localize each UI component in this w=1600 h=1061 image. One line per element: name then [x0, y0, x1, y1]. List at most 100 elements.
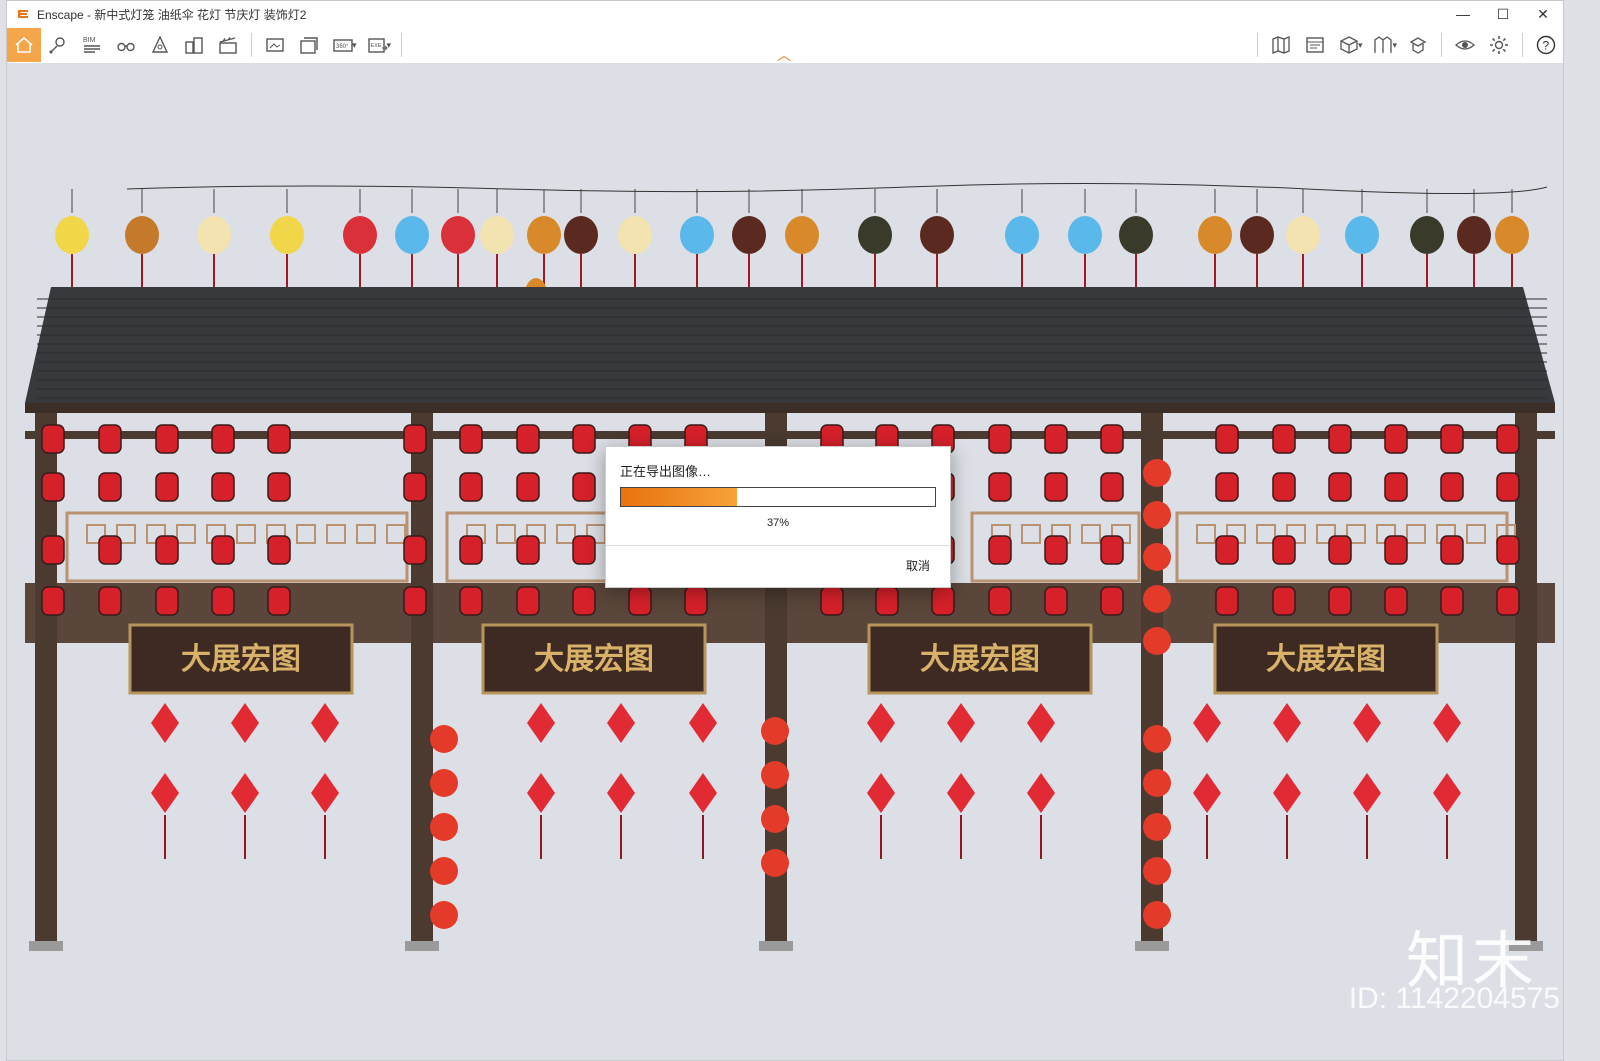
home-button[interactable]	[7, 28, 41, 62]
gear-icon	[1490, 36, 1508, 54]
hanging-lantern	[920, 216, 954, 254]
red-lantern	[98, 586, 122, 616]
post-base	[1135, 941, 1169, 951]
binoculars-button[interactable]	[109, 28, 143, 62]
toolbar-separator	[251, 33, 252, 57]
asset-icon	[1409, 37, 1427, 54]
views-button[interactable]	[41, 28, 75, 62]
red-lantern	[684, 586, 708, 616]
round-lantern	[761, 761, 789, 789]
hanging-lantern	[1286, 216, 1320, 254]
exe-export-icon: EXE	[367, 38, 388, 53]
asset-button[interactable]	[1401, 28, 1435, 62]
red-lantern	[1384, 472, 1408, 502]
signboard-text: 大展宏图	[534, 642, 654, 677]
tiled-roof	[25, 287, 1555, 403]
progress-bar	[620, 487, 936, 507]
red-lantern	[211, 535, 235, 565]
red-lantern	[516, 586, 540, 616]
help-icon: ?	[1536, 35, 1556, 55]
round-lantern	[430, 725, 458, 753]
hanging-lantern	[55, 216, 89, 254]
chevron-down-icon[interactable]: ▾	[387, 40, 392, 51]
red-lantern	[1384, 535, 1408, 565]
screenshot-button[interactable]	[258, 28, 292, 62]
bim-icon: BIM	[83, 37, 100, 53]
bim-button[interactable]: BIM	[75, 28, 109, 62]
settings-button[interactable]	[1482, 28, 1516, 62]
round-lantern	[1143, 585, 1171, 613]
title-bar: Enscape - 新中式灯笼 油纸伞 花灯 节庆灯 装饰灯2 — ☐ ✕	[7, 1, 1563, 27]
red-lantern	[211, 424, 235, 454]
close-button[interactable]: ✕	[1523, 1, 1563, 27]
maximize-button[interactable]: ☐	[1483, 1, 1523, 27]
red-lantern	[820, 586, 844, 616]
binoculars-icon	[117, 42, 135, 52]
red-lantern	[1328, 535, 1352, 565]
visual-settings-button[interactable]	[1448, 28, 1482, 62]
hanging-lantern	[732, 216, 766, 254]
red-lantern	[1044, 586, 1068, 616]
hanging-lantern	[270, 216, 304, 254]
chevron-down-icon[interactable]: ▾	[352, 40, 357, 51]
red-lantern	[1440, 424, 1464, 454]
red-lantern	[267, 424, 291, 454]
hanging-lantern	[1005, 216, 1039, 254]
red-lantern	[988, 424, 1012, 454]
map-button[interactable]	[1264, 28, 1298, 62]
help-button[interactable]: ?	[1529, 28, 1563, 62]
round-lantern	[1143, 543, 1171, 571]
minimize-button[interactable]: —	[1443, 1, 1483, 27]
red-lantern	[267, 586, 291, 616]
hanging-lantern	[1240, 216, 1274, 254]
post-base	[405, 941, 439, 951]
red-lantern	[267, 472, 291, 502]
video-button[interactable]	[211, 28, 245, 62]
round-lantern	[430, 901, 458, 929]
red-lantern	[41, 472, 65, 502]
signboard-text: 大展宏图	[181, 642, 301, 677]
red-lantern	[41, 535, 65, 565]
red-lantern	[1328, 472, 1352, 502]
buildings-button[interactable]	[177, 28, 211, 62]
red-lantern	[1496, 424, 1520, 454]
hanging-lantern	[1119, 216, 1153, 254]
scene-button[interactable]	[143, 28, 177, 62]
red-lantern	[1384, 586, 1408, 616]
red-lantern	[1044, 472, 1068, 502]
top-beam	[25, 431, 1555, 439]
collapse-toolbar-chevron-up-icon[interactable]: ︿	[777, 45, 791, 65]
round-lantern	[430, 813, 458, 841]
cancel-button[interactable]: 取消	[906, 557, 930, 574]
red-lantern	[1044, 424, 1068, 454]
hanging-lantern	[197, 216, 231, 254]
svg-text:360°: 360°	[336, 44, 349, 50]
red-lantern	[875, 586, 899, 616]
round-lantern	[761, 805, 789, 833]
batch-render-button[interactable]	[292, 28, 326, 62]
red-lantern	[1215, 472, 1239, 502]
window-title: Enscape - 新中式灯笼 油纸伞 花灯 节庆灯 装饰灯2	[37, 7, 307, 22]
scene-icon	[151, 35, 169, 53]
chevron-down-icon[interactable]: ▾	[1392, 40, 1397, 51]
red-lantern	[1100, 535, 1124, 565]
render-settings-button[interactable]	[1298, 28, 1332, 62]
red-lantern	[403, 586, 427, 616]
round-lantern	[1143, 813, 1171, 841]
red-lantern	[1100, 586, 1124, 616]
round-lantern	[1143, 459, 1171, 487]
svg-text:EXE: EXE	[370, 43, 381, 49]
chevron-down-icon[interactable]: ▾	[1358, 40, 1363, 51]
hanging-lantern	[564, 216, 598, 254]
toolbar-separator	[1522, 33, 1523, 57]
round-lantern	[761, 849, 789, 877]
red-lantern	[1100, 424, 1124, 454]
red-lantern	[1100, 472, 1124, 502]
progress-fill	[621, 488, 738, 506]
red-lantern	[572, 535, 596, 565]
red-lantern	[628, 586, 652, 616]
dialog-divider	[606, 545, 950, 546]
red-lantern	[516, 424, 540, 454]
red-lantern	[1328, 586, 1352, 616]
red-lantern	[1044, 535, 1068, 565]
